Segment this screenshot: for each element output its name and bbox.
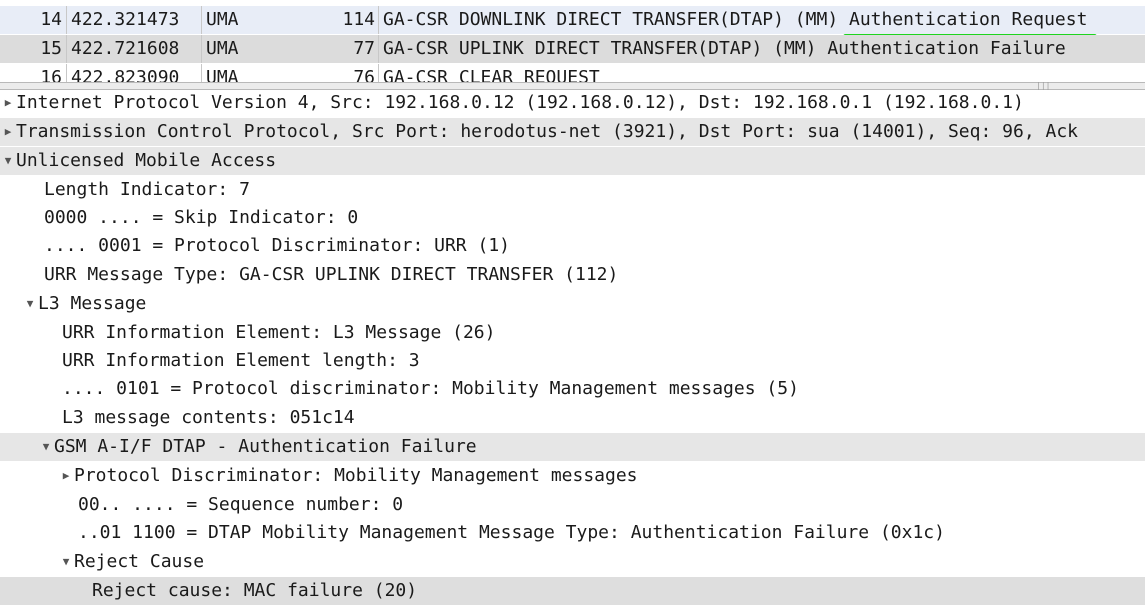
triangle-down-icon[interactable]: ▼ [38,433,54,461]
tree-leaf-label-suffix: (0x1c) [869,522,945,543]
packet-info: GA-CSR CLEAR REQUEST [378,64,600,82]
tree-leaf-label: L3 message contents: 051c14 [62,407,355,428]
packet-row-selected[interactable]: 15 422.721608 UMA 77 GA-CSR UPLINK DIREC… [0,35,1145,69]
packet-list: 14 422.321473 UMA 114 GA-CSR DOWNLINK DI… [0,0,1145,82]
tree-node-tcp[interactable]: ▶ Transmission Control Protocol, Src Port… [0,118,1145,146]
triangle-right-icon[interactable]: ▶ [0,118,16,146]
tree-leaf-label: 0000 .... = Skip Indicator: 0 [44,207,359,228]
packet-info-prefix: GA-CSR UPLINK DIRECT TRANSFER(DTAP) (MM) [383,38,828,59]
packet-time: 422.721608 [66,35,203,63]
tree-leaf-label: .... 0001 = Protocol Discriminator: URR … [44,235,510,256]
tree-node-ip[interactable]: ▶ Internet Protocol Version 4, Src: 192.1… [0,89,1145,117]
tree-leaf-label: URR Information Element: L3 Message (26) [62,322,496,343]
tree-leaf-protocol-discriminator[interactable]: .... 0001 = Protocol Discriminator: URR … [0,232,1145,260]
tree-leaf-label: URR Information Element length: 3 [62,350,420,371]
tree-leaf-reject-cause[interactable]: Reject cause: MAC failure (20) [0,577,1145,605]
tree-leaf-urr-ie[interactable]: URR Information Element: L3 Message (26) [0,319,1145,347]
packet-length: 114 [342,9,375,30]
triangle-down-icon[interactable]: ▼ [22,290,38,318]
packet-time: 422.823090 [66,64,203,82]
packet-protocol: UMA [201,64,316,82]
triangle-right-icon[interactable]: ▶ [0,89,16,117]
tree-node-gsm-pd[interactable]: ▶ Protocol Discriminator: Mobility Manage… [0,462,1145,490]
tree-leaf-sequence-number[interactable]: 00.. .... = Sequence number: 0 [0,491,1145,519]
packet-info: GA-CSR UPLINK DIRECT TRANSFER(DTAP) (MM)… [378,35,1075,69]
triangle-down-icon[interactable]: ▼ [58,548,74,576]
tree-node-label: GSM A-I/F DTAP - Authentication Failure [54,436,477,457]
packet-info-highlight: Authentication Request [842,6,1098,39]
packet-info: GA-CSR DOWNLINK DIRECT TRANSFER(DTAP) (M… [378,6,1098,39]
tree-leaf-length-indicator[interactable]: Length Indicator: 7 [0,176,1145,204]
tree-leaf-label: URR Message Type: GA-CSR UPLINK DIRECT T… [44,264,619,285]
tree-leaf-urr-ie-length[interactable]: URR Information Element length: 3 [0,347,1145,375]
packet-length: 76 [353,67,375,82]
tree-node-label: Internet Protocol Version 4, Src: 192.16… [16,92,1024,113]
tree-node-l3-message[interactable]: ▼ L3 Message [0,290,1145,318]
packet-number: 14 [40,9,62,30]
packet-protocol: UMA [201,35,316,63]
tree-node-gsm-dtap[interactable]: ▼ GSM A-I/F DTAP - Authentication Failure [0,433,1145,461]
tree-leaf-label: Length Indicator: 7 [44,179,250,200]
tree-node-uma[interactable]: ▼ Unlicensed Mobile Access [0,147,1145,175]
packet-row[interactable]: 14 422.321473 UMA 114 GA-CSR DOWNLINK DI… [0,6,1145,39]
tree-leaf-label: .... 0101 = Protocol discriminator: Mobi… [62,378,799,399]
packet-number: 15 [40,38,62,59]
tree-node-reject-cause[interactable]: ▼ Reject Cause [0,548,1145,576]
triangle-down-icon[interactable]: ▼ [0,147,16,175]
triangle-right-icon[interactable]: ▶ [58,462,74,490]
packet-info-prefix: GA-CSR CLEAR REQUEST [383,67,600,82]
packet-row[interactable]: 16 422.823090 UMA 76 GA-CSR CLEAR REQUES… [0,64,1145,82]
packet-time: 422.321473 [66,6,203,34]
tree-leaf-skip-indicator[interactable]: 0000 .... = Skip Indicator: 0 [0,204,1145,232]
tree-leaf-l3-pd[interactable]: .... 0101 = Protocol discriminator: Mobi… [0,375,1145,403]
tree-leaf-label: 00.. .... = Sequence number: 0 [78,494,404,515]
packet-length: 77 [353,38,375,59]
tree-node-label: Transmission Control Protocol, Src Port:… [16,121,1079,142]
packet-number: 16 [40,67,62,82]
tree-leaf-label-prefix: Reject cause: [92,580,244,601]
packet-protocol: UMA [201,6,316,34]
tree-leaf-message-type[interactable]: ..01 1100 = DTAP Mobility Management Mes… [0,519,1145,547]
tree-leaf-highlight: Authentication Failure [631,519,869,547]
tree-node-label: Unlicensed Mobile Access [16,150,277,171]
packet-info-prefix: GA-CSR DOWNLINK DIRECT TRANSFER(DTAP) (M… [383,9,849,30]
tree-node-label: Reject Cause [74,551,205,572]
tree-leaf-l3-contents[interactable]: L3 message contents: 051c14 [0,404,1145,432]
tree-leaf-label-prefix: ..01 1100 = DTAP Mobility Management Mes… [78,522,631,543]
tree-node-label: Protocol Discriminator: Mobility Managem… [74,465,638,486]
packet-info-highlight: Authentication Failure [813,35,1075,69]
tree-leaf-highlight: MAC failure (20) [244,577,417,605]
tree-node-label: L3 Message [38,293,147,314]
packet-details-tree: ▶ Internet Protocol Version 4, Src: 192.1… [0,89,1145,607]
tree-leaf-urr-message-type[interactable]: URR Message Type: GA-CSR UPLINK DIRECT T… [0,261,1145,289]
